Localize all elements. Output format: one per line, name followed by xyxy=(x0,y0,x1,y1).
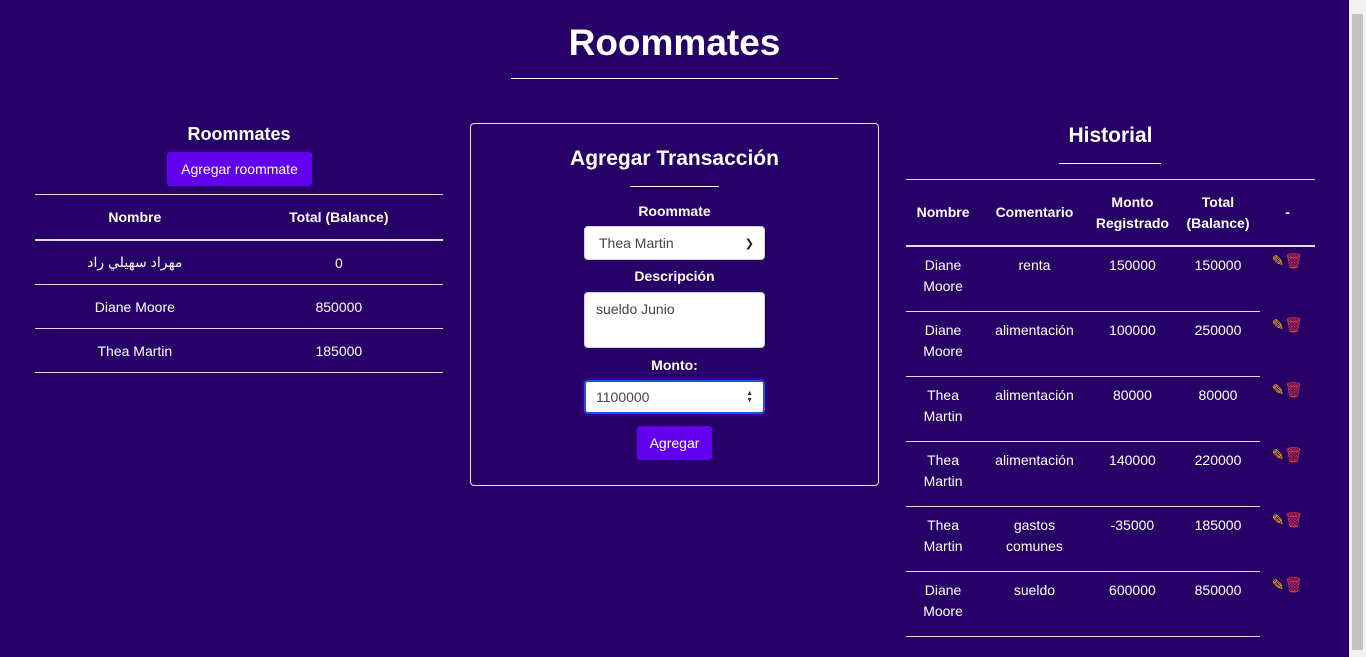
edit-icon[interactable]: ✎ xyxy=(1272,575,1285,596)
history-name: Diane Moore xyxy=(906,571,981,637)
table-row: مهراد سهيلي راد 0 xyxy=(35,240,443,285)
amount-label: Monto: xyxy=(651,357,698,373)
description-label: Descripción xyxy=(634,268,715,284)
column-header-comentario: Comentario xyxy=(980,179,1089,247)
history-name: Thea Martin xyxy=(906,441,981,507)
trash-icon[interactable]: 🗑 xyxy=(1284,575,1303,596)
table-row: Diane Moore sueldo 600000 850000 ✎🗑 xyxy=(906,571,1315,637)
history-amount: 600000 xyxy=(1088,571,1176,637)
table-row: Diane Moore 850000 xyxy=(35,284,443,329)
history-amount: 150000 xyxy=(1088,246,1176,312)
row-actions: ✎🗑 xyxy=(1260,246,1315,311)
table-row: Thea Martin gastos comunes -35000 185000… xyxy=(906,506,1315,572)
amount-input[interactable]: 1100000 ▲ ▼ xyxy=(584,380,765,414)
roommate-balance: 0 xyxy=(234,240,443,285)
roommate-name: مهراد سهيلي راد xyxy=(35,240,235,285)
history-name: Diane Moore xyxy=(906,246,981,312)
history-comment: renta xyxy=(980,246,1089,312)
table-row: Thea Martin 185000 xyxy=(35,328,443,373)
trash-icon[interactable]: 🗑 xyxy=(1284,380,1303,401)
history-comment: alimentación xyxy=(980,311,1089,377)
chevron-down-icon: ❯ xyxy=(744,237,754,250)
roommate-balance: 185000 xyxy=(234,328,443,373)
history-total: 80000 xyxy=(1175,376,1261,442)
table-header-row: Nombre Total (Balance) xyxy=(35,194,443,241)
roommate-select-value: Thea Martin xyxy=(599,235,674,251)
submit-transaction-button[interactable]: Agregar xyxy=(637,426,712,460)
table-row: Thea Martin alimentación 80000 80000 ✎🗑 xyxy=(906,376,1315,442)
row-actions: ✎🗑 xyxy=(1260,441,1315,506)
amount-input-value: 1100000 xyxy=(596,389,650,405)
history-name: Diane Moore xyxy=(906,311,981,377)
history-comment: gastos comunes xyxy=(980,506,1089,572)
table-row: Diane Moore renta 150000 150000 ✎🗑 xyxy=(906,246,1315,312)
number-spinner-icon[interactable]: ▲ ▼ xyxy=(746,390,753,404)
form-divider xyxy=(630,186,719,187)
trash-icon[interactable]: 🗑 xyxy=(1284,251,1303,272)
row-actions: ✎🗑 xyxy=(1260,506,1315,571)
page-scrollbar[interactable] xyxy=(1349,0,1366,657)
edit-icon[interactable]: ✎ xyxy=(1272,251,1285,272)
row-actions: ✎🗑 xyxy=(1260,311,1315,376)
history-total: 250000 xyxy=(1175,311,1261,377)
history-divider xyxy=(1059,163,1161,164)
history-panel: Historial Nombre Comentario Monto Regist… xyxy=(906,122,1315,637)
column-header-balance: Total (Balance) xyxy=(234,194,443,241)
column-header-total: Total (Balance) xyxy=(1175,179,1261,247)
table-header-row: Nombre Comentario Monto Registrado Total… xyxy=(906,179,1315,247)
roommate-name: Thea Martin xyxy=(35,328,235,373)
history-comment: alimentación xyxy=(980,376,1089,442)
column-header-actions: - xyxy=(1260,179,1315,247)
roommate-balance: 850000 xyxy=(234,284,443,329)
history-name: Thea Martin xyxy=(906,376,981,442)
trash-icon[interactable]: 🗑 xyxy=(1284,510,1303,531)
history-name: Thea Martin xyxy=(906,506,981,572)
table-row: Diane Moore alimentación 100000 250000 ✎… xyxy=(906,311,1315,377)
column-header-monto: Monto Registrado xyxy=(1088,179,1176,247)
history-table: Nombre Comentario Monto Registrado Total… xyxy=(906,179,1315,637)
history-amount: 140000 xyxy=(1088,441,1176,507)
roommate-name: Diane Moore xyxy=(35,284,235,329)
history-total: 150000 xyxy=(1175,246,1261,312)
history-comment: sueldo xyxy=(980,571,1089,637)
edit-icon[interactable]: ✎ xyxy=(1272,380,1285,401)
history-comment: alimentación xyxy=(980,441,1089,507)
history-heading: Historial xyxy=(1068,124,1153,147)
roommates-table: Nombre Total (Balance) مهراد سهيلي راد 0… xyxy=(35,194,443,373)
transaction-form-card: Agregar Transacción Roommate Thea Martin… xyxy=(470,123,879,486)
row-actions: ✎🗑 xyxy=(1260,376,1315,441)
edit-icon[interactable]: ✎ xyxy=(1272,445,1285,466)
history-amount: 100000 xyxy=(1088,311,1176,377)
trash-icon[interactable]: 🗑 xyxy=(1284,315,1303,336)
page-title: Roommates xyxy=(568,22,781,63)
roommate-label: Roommate xyxy=(638,203,711,219)
column-header-nombre: Nombre xyxy=(35,194,235,241)
trash-icon[interactable]: 🗑 xyxy=(1284,445,1303,466)
scrollbar-thumb[interactable] xyxy=(1352,14,1363,650)
description-textarea[interactable]: sueldo Junio xyxy=(584,292,765,348)
roommates-heading: Roommates xyxy=(187,124,291,144)
title-divider xyxy=(511,78,838,79)
row-actions: ✎🗑 xyxy=(1260,571,1315,636)
add-roommate-button[interactable]: Agregar roommate xyxy=(167,152,312,186)
edit-icon[interactable]: ✎ xyxy=(1272,510,1285,531)
roommate-select[interactable]: Thea Martin ❯ xyxy=(584,226,765,260)
history-total: 220000 xyxy=(1175,441,1261,507)
history-amount: 80000 xyxy=(1088,376,1176,442)
transaction-form-heading: Agregar Transacción xyxy=(570,147,779,170)
history-amount: -35000 xyxy=(1088,506,1176,572)
roommates-panel: Roommates Agregar roommate Nombre Total … xyxy=(35,122,443,373)
history-total: 850000 xyxy=(1175,571,1261,637)
column-header-nombre: Nombre xyxy=(906,179,981,247)
history-total: 185000 xyxy=(1175,506,1261,572)
edit-icon[interactable]: ✎ xyxy=(1272,315,1285,336)
table-row: Thea Martin alimentación 140000 220000 ✎… xyxy=(906,441,1315,507)
